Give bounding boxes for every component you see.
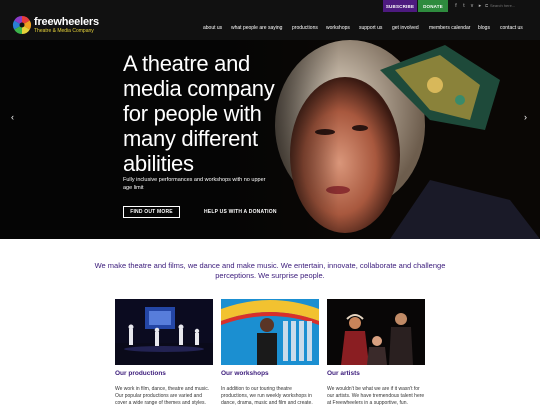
youtube-icon[interactable]: ▸ [477, 3, 483, 9]
nav-item-get-involved[interactable]: get involved [392, 23, 419, 33]
prev-slide-arrow-icon[interactable]: ‹ [11, 112, 14, 122]
hero-title: A theatre and media company for people w… [123, 51, 275, 176]
card-artists[interactable]: Our artists We wouldn't be what we are i… [327, 299, 425, 405]
card-text: We wouldn't be what we are if it wasn't … [327, 386, 425, 405]
nav-item-members-calendar[interactable]: members calendar [429, 23, 470, 33]
intro-text: We make theatre and films, we dance and … [94, 261, 446, 280]
hero-slider: A theatre and media company for people w… [0, 40, 540, 239]
card-title[interactable]: Our productions [115, 370, 213, 378]
hero-subtitle: Fully inclusive performances and worksho… [123, 177, 266, 191]
facebook-icon[interactable]: f [453, 3, 459, 9]
subscribe-button[interactable]: SUBSCRIBE [383, 0, 417, 12]
artists-image[interactable] [327, 299, 425, 365]
nav-item-productions[interactable]: productions [292, 23, 318, 33]
nav-item-about-us[interactable]: about us [203, 23, 222, 33]
card-text: We work in film, dance, theatre and musi… [115, 386, 210, 405]
search-input[interactable] [488, 2, 528, 10]
donate-button[interactable]: DONATE [418, 0, 448, 12]
vimeo-icon[interactable]: v [469, 3, 475, 9]
nav-item-support-us[interactable]: support us [359, 23, 382, 33]
card-workshops[interactable]: Our workshops In addition to our touring… [221, 299, 319, 405]
nav-item-contact-us[interactable]: contact us [500, 23, 523, 33]
twitter-icon[interactable]: t [461, 3, 467, 9]
card-title[interactable]: Our workshops [221, 370, 319, 378]
nav-item-what-people-are-saying[interactable]: what people are saying [231, 23, 282, 33]
nav-item-blogs[interactable]: blogs [478, 23, 490, 33]
workshops-image[interactable] [221, 299, 319, 365]
card-text: In addition to our touring theatre produ… [221, 386, 313, 405]
nav-item-workshops[interactable]: workshops [326, 23, 350, 33]
find-out-more-button[interactable]: FIND OUT MORE [123, 206, 180, 218]
card-title[interactable]: Our artists [327, 370, 425, 378]
productions-image[interactable] [115, 299, 213, 365]
donation-link[interactable]: HELP US WITH A DONATION [204, 208, 277, 216]
site-header: freewheelers Theatre & Media Company SUB… [0, 0, 540, 40]
card-productions[interactable]: Our productions We work in film, dance, … [115, 299, 213, 405]
main-nav: about us what people are saying producti… [0, 23, 540, 33]
next-slide-arrow-icon[interactable]: › [524, 112, 527, 122]
